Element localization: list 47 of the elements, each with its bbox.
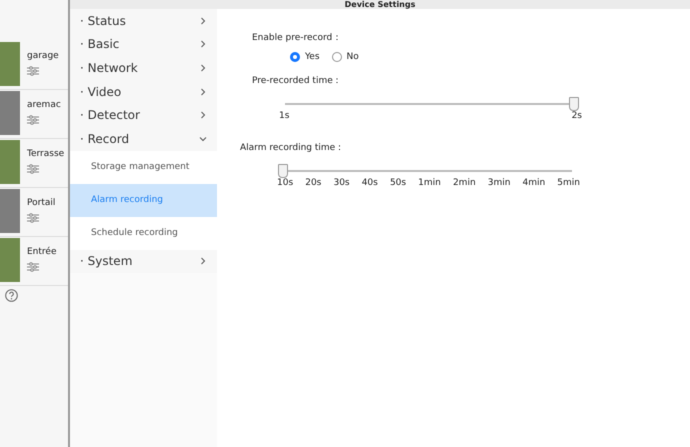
sliders-icon[interactable] [27,115,39,125]
camera-name[interactable]: aremac [27,100,61,110]
chevron-right-icon [199,16,207,25]
slider-thumb[interactable] [278,164,288,178]
radio-button[interactable] [290,52,300,62]
tick-label: 3min [488,178,510,188]
radio-button[interactable] [332,52,342,62]
tick-label: 2min [452,178,476,188]
tick-label: 4min [522,178,546,188]
tick-label: 50s [390,178,406,188]
tick-label: 10s [277,178,294,188]
window-title: Device Settings [344,1,416,9]
sliders-icon[interactable] [27,262,39,272]
sliders-icon[interactable] [27,66,39,76]
chevron-right-icon [199,257,207,266]
chevron-right-icon [199,64,207,72]
chevron-right-icon [199,111,207,120]
tick-label: 20s [305,178,322,188]
field-label: Pre-recorded time： [252,75,343,87]
photo-placeholder [0,189,20,233]
tick-label: 30s [333,178,350,188]
field-label: Enable pre-record： [252,32,342,44]
sliders-icon[interactable] [27,213,39,223]
photo-placeholder [0,140,20,184]
submenu-item[interactable]: Schedule recording [70,216,217,250]
tick-label: 2s [572,111,582,121]
radio-label: No [346,52,359,62]
photo-placeholder [0,238,20,282]
help-icon[interactable] [5,289,18,302]
submenu-item[interactable]: Storage management [70,150,217,184]
camera-name[interactable]: garage [27,51,59,61]
tick-label: 1s [279,111,290,121]
chevron-right-icon [199,40,207,48]
camera-name[interactable]: Portail [27,198,56,208]
tick-label: 1min [418,178,441,188]
photo-placeholder [0,91,20,135]
camera-name[interactable]: Terrasse [27,149,64,159]
photo-placeholder [0,42,20,86]
sliders-icon[interactable] [27,164,39,174]
field-label: Alarm recording time： [240,142,346,154]
tick-label: 40s [362,178,378,188]
slider-thumb[interactable] [569,97,579,111]
tick-label: 5min [557,178,580,188]
chevron-right-icon [199,88,207,96]
chevron-down-icon [199,134,207,143]
camera-name[interactable]: Entrée [27,247,56,257]
radio-label: Yes [305,52,320,62]
